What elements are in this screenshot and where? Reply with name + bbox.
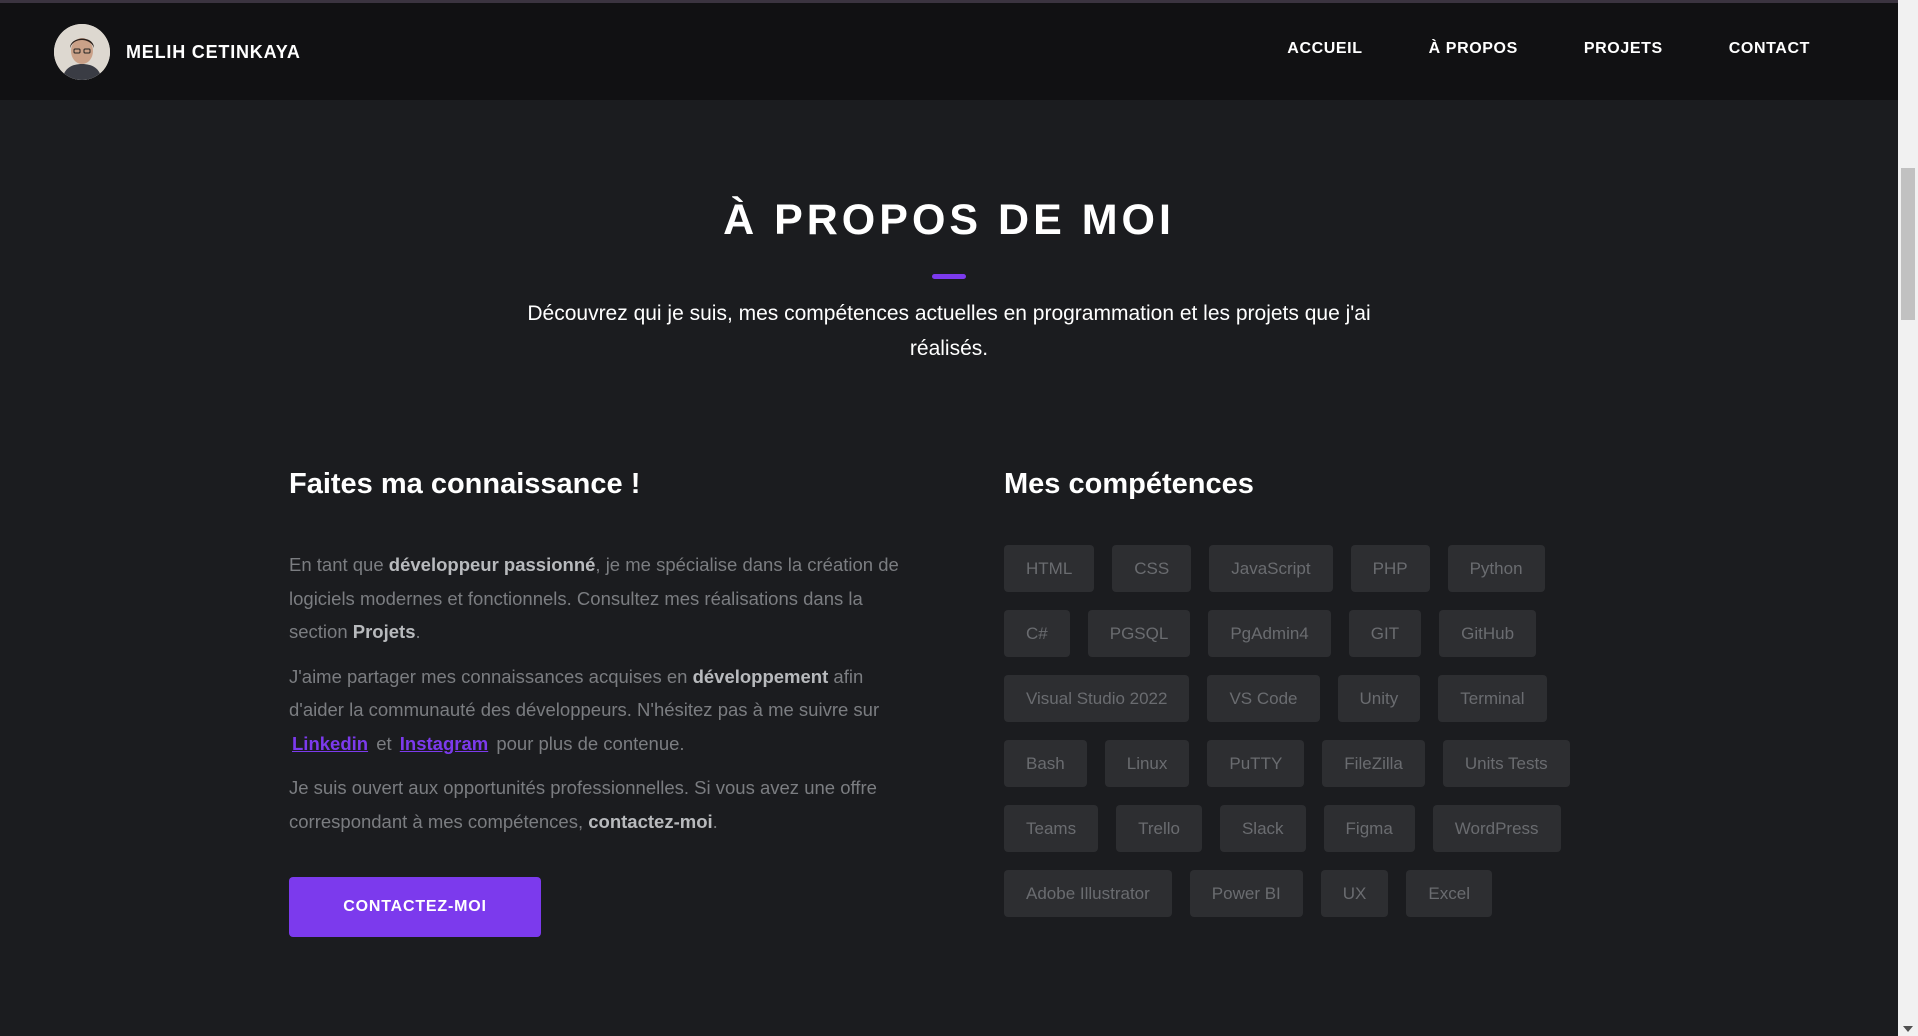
about-paragraph-1: En tant que développeur passionné, je me… — [289, 548, 909, 649]
bold-text: développeur passionné — [388, 554, 596, 575]
about-section: Faites ma connaissance ! En tant que dév… — [289, 468, 909, 937]
skill-chip: PgAdmin4 — [1208, 610, 1331, 657]
navbar: MELIH CETINKAYA ACCUEIL À PROPOS PROJETS… — [0, 3, 1898, 100]
scroll-down-arrow-icon[interactable] — [1903, 1026, 1913, 1032]
nav-link-contact[interactable]: CONTACT — [1729, 40, 1810, 58]
skill-chip: Units Tests — [1442, 740, 1570, 787]
text: pour plus de contenue. — [491, 732, 685, 754]
skill-chip: UX — [1320, 870, 1389, 917]
instagram-link[interactable]: Instagram — [400, 733, 488, 754]
nav-links: ACCUEIL À PROPOS PROJETS CONTACT — [1221, 40, 1810, 58]
nav-link-accueil[interactable]: ACCUEIL — [1287, 40, 1362, 58]
scrollbar[interactable] — [1898, 0, 1918, 1036]
skill-chip: PuTTY — [1207, 740, 1305, 787]
skill-chip: Excel — [1406, 870, 1492, 917]
about-paragraph-3: Je suis ouvert aux opportunités professi… — [289, 771, 909, 838]
bold-text: contactez-moi — [588, 810, 713, 832]
page-subtitle: Découvrez qui je suis, mes compétences a… — [527, 302, 1371, 360]
skill-chip: HTML — [1004, 545, 1095, 592]
text: et — [371, 732, 397, 754]
skill-chip: FileZilla — [1322, 740, 1425, 787]
skills-heading: Mes compétences — [1004, 468, 1254, 500]
text: J'aime partager mes connaissances acquis… — [289, 665, 693, 687]
text: Je suis ouvert aux opportunités professi… — [289, 777, 877, 832]
avatar — [54, 24, 110, 80]
skill-chip: Adobe Illustrator — [1004, 870, 1172, 917]
skill-chip: Bash — [1004, 740, 1087, 787]
text: . — [712, 810, 718, 832]
skill-chip: GitHub — [1439, 610, 1537, 657]
skill-chip: CSS — [1112, 545, 1192, 592]
skill-chip: WordPress — [1432, 805, 1561, 852]
skill-chip: PHP — [1350, 545, 1430, 592]
skill-chip: Figma — [1323, 805, 1415, 852]
profile-photo-icon — [54, 24, 110, 80]
skills-section: Mes compétences HTML CSS JavaScript PHP Pyth… — [1004, 468, 1624, 935]
brand-name: MELIH CETINKAYA — [126, 41, 301, 62]
skill-chip: PGSQL — [1087, 610, 1191, 657]
text: En tant que — [289, 554, 389, 575]
bold-text: Projets — [352, 621, 416, 642]
skill-chip: Teams — [1004, 805, 1099, 852]
linkedin-link[interactable]: Linkedin — [292, 733, 368, 754]
skill-chip: Python — [1447, 545, 1545, 592]
skills-list: HTML CSS JavaScript PHP Python C# PGSQL PgAdmin… — [1004, 545, 1604, 935]
skill-chip: Slack — [1219, 805, 1306, 852]
skill-chip: Power BI — [1189, 870, 1303, 917]
bold-text: développement — [692, 665, 829, 687]
about-heading: Faites ma connaissance ! — [289, 468, 641, 500]
skill-chip: JavaScript — [1209, 545, 1333, 592]
contact-me-button[interactable]: CONTACTEZ-MOI — [289, 877, 541, 937]
text: . — [415, 621, 421, 642]
brand[interactable]: MELIH CETINKAYA — [54, 24, 301, 80]
scrollbar-thumb[interactable] — [1901, 168, 1915, 320]
skill-chip: C# — [1004, 610, 1070, 657]
skill-chip: Terminal — [1438, 675, 1547, 722]
page-title: À PROPOS DE MOI — [723, 196, 1175, 244]
nav-link-projets[interactable]: PROJETS — [1584, 40, 1663, 58]
title-accent-bar — [932, 274, 966, 279]
skill-chip: Linux — [1104, 740, 1190, 787]
about-paragraph-2: J'aime partager mes connaissances acquis… — [289, 660, 909, 761]
skill-chip: GIT — [1348, 610, 1422, 657]
skill-chip: Unity — [1337, 675, 1421, 722]
skill-chip: Trello — [1116, 805, 1202, 852]
nav-link-a-propos[interactable]: À PROPOS — [1429, 40, 1518, 58]
skill-chip: Visual Studio 2022 — [1004, 675, 1190, 722]
skill-chip: VS Code — [1207, 675, 1320, 722]
